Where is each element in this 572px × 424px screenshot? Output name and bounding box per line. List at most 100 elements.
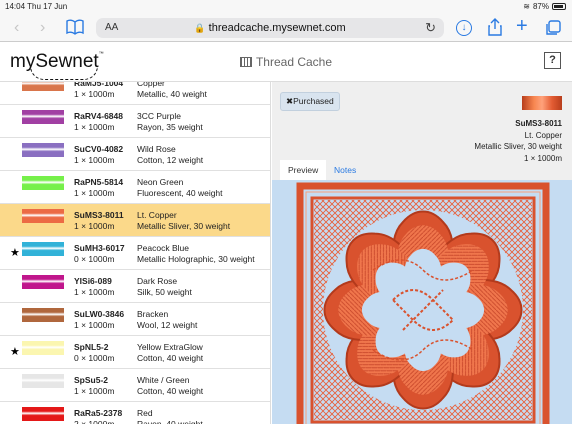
thread-swatch <box>22 82 64 91</box>
thread-code: RaRV4-6848 <box>74 111 123 121</box>
thread-desc: Fluorescent, 40 weight <box>137 188 223 198</box>
thread-qty: 2 × 1000m <box>74 419 115 424</box>
embroidery-design <box>296 182 550 424</box>
thread-code: SuMH3-6017 <box>74 243 125 253</box>
thread-swatch <box>22 341 64 355</box>
thread-name: Yellow ExtraGlow <box>137 342 203 352</box>
address-bar[interactable]: AA 🔒 threadcache.mysewnet.com ↻ <box>96 18 444 38</box>
tab-notes[interactable]: Notes <box>326 160 364 180</box>
table-row[interactable]: SuMS3-8011 1 × 1000m Lt. Copper Metallic Sl… <box>0 204 270 237</box>
thread-qty: 0 × 1000m <box>74 254 115 264</box>
thread-name: Wild Rose <box>137 144 176 154</box>
thread-name: Neon Green <box>137 177 184 187</box>
browser-toolbar: ‹ › AA 🔒 threadcache.mysewnet.com ↻ ↓ + <box>0 14 572 42</box>
thread-qty: 1 × 1000m <box>74 89 115 99</box>
thread-name: Lt. Copper <box>524 130 562 140</box>
reload-icon[interactable]: ↻ <box>425 20 436 36</box>
thread-qty: 1 × 1000m <box>74 221 115 231</box>
thread-name: Copper <box>137 82 165 88</box>
bookmarks-icon[interactable] <box>66 19 84 41</box>
thread-swatch <box>22 176 64 190</box>
thread-cache-icon <box>239 57 252 67</box>
table-row[interactable]: ★ SpNL5-2 0 × 1000m Yellow ExtraGlow Cotton,… <box>0 336 270 369</box>
download-icon[interactable]: ↓ <box>456 20 472 36</box>
wifi-icon: ≋ <box>523 2 530 11</box>
tabs-icon[interactable] <box>545 20 561 42</box>
share-icon[interactable] <box>488 18 502 42</box>
thread-desc: Cotton, 40 weight <box>137 353 204 363</box>
thread-qty: 1 × 1000m <box>74 155 115 165</box>
thread-swatch <box>522 96 562 110</box>
thread-code: YISi6-089 <box>74 276 112 286</box>
thread-name: White / Green <box>137 375 190 385</box>
thread-code: RaPN5-5814 <box>74 177 124 187</box>
thread-code: SuCV0-4082 <box>74 144 124 154</box>
thread-code: RaMJ5-1004 <box>74 82 124 88</box>
status-bar: 14:04 Thu 17 Jun ≋ 87% <box>0 0 572 14</box>
table-row[interactable]: SpSu5-2 1 × 1000m White / Green Cotton, 40 … <box>0 369 270 402</box>
status-right: ≋ 87% <box>523 2 566 11</box>
detail-tabs: Preview Notes <box>272 160 572 180</box>
thread-desc: Rayon, 40 weight <box>137 419 203 424</box>
table-row[interactable]: SuCV0-4082 1 × 1000m Wild Rose Cotton, 12 w… <box>0 138 270 171</box>
thread-swatch <box>22 275 64 289</box>
new-tab-icon[interactable]: + <box>516 16 528 36</box>
thread-swatch <box>22 110 64 124</box>
thread-desc: Cotton, 12 weight <box>137 155 204 165</box>
thread-desc: Silk, 50 weight <box>137 287 192 297</box>
thread-code: SuMS3-8011 <box>74 210 124 220</box>
app-header: mySewnet™ Thread Cache ? <box>0 42 572 82</box>
thread-desc: Metallic, 40 weight <box>137 89 207 99</box>
thread-code: SpSu5-2 <box>74 375 109 385</box>
battery-percent: 87% <box>532 2 549 11</box>
thread-qty: 1 × 1000m <box>74 122 115 132</box>
forward-icon[interactable]: › <box>40 18 45 38</box>
thread-name: Lt. Copper <box>137 210 177 220</box>
thread-info: SuMS3-8011 Lt. Copper Metallic Sliver, 3… <box>474 118 562 164</box>
star-icon: ★ <box>10 346 20 358</box>
page-title: Thread Cache <box>0 55 572 69</box>
thread-name: Peacock Blue <box>137 243 189 253</box>
thread-desc: Metallic Sliver, 30 weight <box>474 142 562 151</box>
lock-icon: 🔒 <box>194 23 206 33</box>
thread-desc: Metallic Sliver, 30 weight <box>137 221 231 231</box>
table-row[interactable]: RaPN5-5814 1 × 1000m Neon Green Fluorescent… <box>0 171 270 204</box>
thread-swatch <box>22 209 64 223</box>
table-row[interactable]: RaRV4-6848 1 × 1000m 3CC Purple Rayon, 35 w… <box>0 105 270 138</box>
thread-code: RaRa5-2378 <box>74 408 123 418</box>
thread-swatch <box>22 308 64 322</box>
help-button[interactable]: ? <box>544 52 561 69</box>
thread-swatch <box>22 242 64 256</box>
thread-swatch <box>22 143 64 157</box>
table-row[interactable]: SuLW0-3846 1 × 1000m Bracken Wool, 12 weigh… <box>0 303 270 336</box>
thread-code: SuLW0-3846 <box>74 309 125 319</box>
thread-name: 3CC Purple <box>137 111 181 121</box>
back-icon[interactable]: ‹ <box>14 18 19 38</box>
thread-qty: 1 × 1000m <box>74 386 115 396</box>
url-text: 🔒 threadcache.mysewnet.com <box>194 22 346 34</box>
thread-desc: Metallic Holographic, 30 weight <box>137 254 255 264</box>
thread-qty: 1 × 1000m <box>74 188 115 198</box>
thread-swatch <box>22 407 64 421</box>
status-time: 14:04 Thu 17 Jun <box>5 2 68 11</box>
thread-code: SuMS3-8011 <box>515 119 562 128</box>
thread-desc: Cotton, 40 weight <box>137 386 204 396</box>
star-icon: ★ <box>10 247 20 259</box>
thread-code: SpNL5-2 <box>74 342 109 352</box>
thread-swatch <box>22 374 64 388</box>
thread-detail: ✖Purchased SuMS3-8011 Lt. Copper Metalli… <box>272 82 572 424</box>
thread-name: Bracken <box>137 309 169 319</box>
table-row[interactable]: YISi6-089 1 × 1000m Dark Rose Silk, 50 weig… <box>0 270 270 303</box>
thread-list: RaMJ5-1004 1 × 1000m Copper Metallic, 40 we… <box>0 82 271 424</box>
table-row[interactable]: ★ SuMH3-6017 0 × 1000m Peacock Blue Metallic… <box>0 237 270 270</box>
purchased-button[interactable]: ✖Purchased <box>280 92 340 111</box>
thread-name: Dark Rose <box>137 276 178 286</box>
thread-qty: 0 × 1000m <box>74 353 115 363</box>
thread-desc: Wool, 12 weight <box>137 320 198 330</box>
thread-name: Red <box>137 408 153 418</box>
table-row[interactable]: RaRa5-2378 2 × 1000m Red Rayon, 40 weight <box>0 402 270 424</box>
tab-preview[interactable]: Preview <box>280 160 327 180</box>
embroidery-preview <box>272 180 572 424</box>
table-row[interactable]: RaMJ5-1004 1 × 1000m Copper Metallic, 40 we… <box>0 82 270 105</box>
battery-icon <box>552 3 566 10</box>
